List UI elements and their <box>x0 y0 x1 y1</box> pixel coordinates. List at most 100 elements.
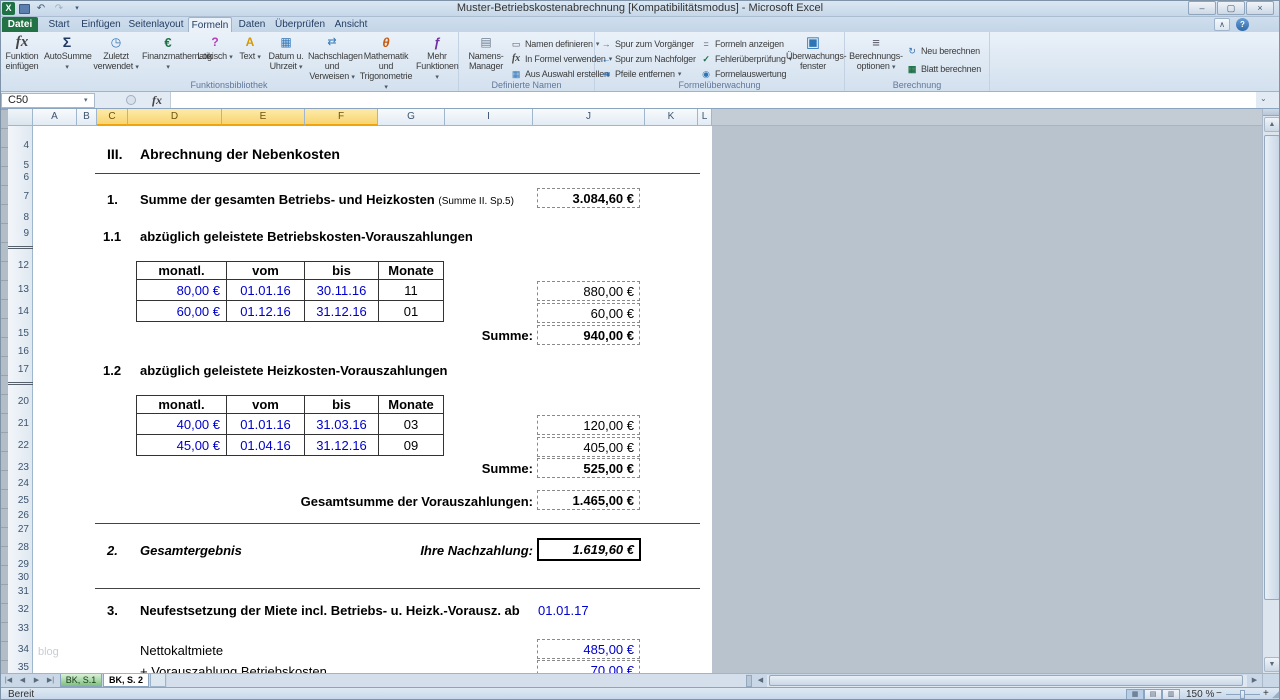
column-header-j[interactable]: J <box>533 109 645 126</box>
column-header-g[interactable]: G <box>378 109 445 126</box>
insert-function-fx-button[interactable]: fx <box>146 93 168 108</box>
cell-value[interactable]: 120,00 € <box>537 415 640 435</box>
math-trig-button[interactable]: θ Mathematik und Trigonometrie ▾ <box>358 34 414 80</box>
sheet-tab-bk-s1[interactable]: BK, S.1 <box>60 674 102 687</box>
lookup-reference-button[interactable]: ⇄ Nachschlagen und Verweisen ▾ <box>308 34 356 80</box>
name-manager-button[interactable]: ▤ Namens-Manager <box>463 34 509 80</box>
remove-arrows-button[interactable]: ⇥ Pfeile entfernen ▾ <box>600 67 681 81</box>
define-name-button[interactable]: ▭ Namen definieren ▾ <box>510 37 599 51</box>
maximize-button[interactable]: ▢ <box>1217 1 1245 15</box>
zoom-slider-thumb[interactable] <box>1240 690 1245 699</box>
more-functions-button[interactable]: ƒ Mehr Funktionen ▾ <box>416 34 458 80</box>
table-cell[interactable]: 30.11.16 <box>305 280 379 301</box>
tab-daten[interactable]: Daten <box>234 17 270 32</box>
row-header[interactable]: 15 <box>8 327 29 341</box>
tab-ansicht[interactable]: Ansicht <box>330 17 372 32</box>
column-header-a[interactable]: A <box>33 109 77 126</box>
tab-ueberpruefen[interactable]: Überprüfen <box>272 17 328 32</box>
autosum-button[interactable]: Σ AutoSumme ▾ <box>44 34 90 80</box>
split-handle[interactable] <box>1263 109 1280 116</box>
row-header[interactable]: 8 <box>8 211 29 225</box>
text-functions-button[interactable]: A Text ▾ <box>236 34 264 80</box>
error-checking-button[interactable]: ✓ Fehlerüberprüfung ▾ <box>700 52 792 66</box>
scroll-down-icon[interactable]: ▼ <box>1264 657 1280 672</box>
row-header[interactable]: 26 <box>8 509 29 523</box>
row-header[interactable]: 29 <box>8 558 29 572</box>
table-header-cell[interactable]: bis <box>305 262 379 280</box>
date-time-button[interactable]: ▦ Datum u. Uhrzeit ▾ <box>266 34 306 80</box>
hscroll-left-icon[interactable]: ◀ <box>754 675 767 687</box>
table-cell[interactable]: 40,00 € <box>137 414 227 435</box>
name-box-caret-icon[interactable]: ▾ <box>84 96 88 104</box>
column-header-f[interactable]: F <box>305 109 378 126</box>
worksheet[interactable]: 4 5 6 7 8 9 12 13 14 15 16 17 20 21 22 2… <box>8 126 1262 673</box>
insert-sheet-tab[interactable] <box>150 674 166 687</box>
table-cell[interactable]: 01.01.16 <box>227 414 305 435</box>
cell-sum-betriebskosten[interactable]: 940,00 € <box>537 325 640 345</box>
column-header-e[interactable]: E <box>222 109 305 126</box>
sheet-tab-bk-s2[interactable]: BK, S. 2 <box>103 674 149 687</box>
column-header-c[interactable]: C <box>97 109 128 126</box>
cell-total-costs[interactable]: 3.084,60 € <box>537 188 640 208</box>
calculate-sheet-button[interactable]: ▦ Blatt berechnen <box>906 62 981 76</box>
zoom-out-icon[interactable]: − <box>1216 688 1222 699</box>
tab-start[interactable]: Start <box>42 17 76 32</box>
row-header[interactable]: 27 <box>8 523 29 537</box>
row-header[interactable]: 25 <box>8 494 29 508</box>
cell-value[interactable]: 405,00 € <box>537 437 640 457</box>
column-header-b[interactable]: B <box>77 109 97 126</box>
formula-input[interactable] <box>170 92 1256 108</box>
page-layout-view-icon[interactable]: ▤ <box>1144 689 1162 700</box>
table-cell[interactable]: 31.12.16 <box>305 435 379 456</box>
row-header[interactable]: 22 <box>8 439 29 453</box>
tab-splitter[interactable] <box>746 675 752 687</box>
cell-nettokaltmiete[interactable]: 485,00 € <box>537 639 640 659</box>
minimize-button[interactable]: – <box>1188 1 1216 15</box>
table-cell[interactable]: 60,00 € <box>137 301 227 322</box>
table-cell[interactable]: 01.04.16 <box>227 435 305 456</box>
trace-precedents-button[interactable]: → Spur zum Vorgänger <box>600 37 694 51</box>
calculate-now-button[interactable]: ↻ Neu berechnen <box>906 44 980 58</box>
table-header-cell[interactable]: Monate <box>379 396 444 414</box>
close-button[interactable]: × <box>1246 1 1274 15</box>
logical-button[interactable]: ? Logisch ▾ <box>196 34 234 80</box>
show-formulas-button[interactable]: = Formeln anzeigen <box>700 37 784 51</box>
column-header-i[interactable]: I <box>445 109 533 126</box>
last-sheet-button[interactable]: ▶| <box>44 675 57 687</box>
help-icon[interactable]: ? <box>1236 18 1249 31</box>
row-header[interactable]: 9 <box>8 227 29 241</box>
financial-button[interactable]: € Finanzmathematik ▾ <box>142 34 194 80</box>
formula-cancel-button[interactable] <box>126 95 136 105</box>
column-header-d[interactable]: D <box>128 109 222 126</box>
trace-dependents-button[interactable]: ← Spur zum Nachfolger <box>600 52 696 66</box>
row-header[interactable]: 12 <box>8 259 29 273</box>
use-in-formula-button[interactable]: fx In Formel verwenden ▾ <box>510 52 612 66</box>
tab-formeln[interactable]: Formeln <box>188 17 232 32</box>
resize-grip-icon[interactable]: ◢ <box>1272 689 1279 700</box>
table-header-cell[interactable]: bis <box>305 396 379 414</box>
row-header[interactable]: 7 <box>8 190 29 204</box>
create-from-selection-button[interactable]: ▦ Aus Auswahl erstellen <box>510 67 609 81</box>
row-header[interactable]: 21 <box>8 417 29 431</box>
table-header-cell[interactable]: Monate <box>379 262 444 280</box>
row-header[interactable]: 16 <box>8 345 29 359</box>
hscroll-right-icon[interactable]: ▶ <box>1248 675 1261 687</box>
row-header[interactable]: 30 <box>8 571 29 585</box>
select-all-corner[interactable] <box>8 109 33 126</box>
evaluate-formula-button[interactable]: ◉ Formelauswertung <box>700 67 786 81</box>
watch-window-button[interactable]: ▣ Überwachungs- fenster <box>786 34 840 80</box>
zoom-level[interactable]: 150 % <box>1186 689 1214 700</box>
name-box[interactable]: C50 <box>1 93 95 108</box>
zoom-in-icon[interactable]: + <box>1263 688 1269 699</box>
row-header[interactable]: 4 <box>8 139 29 153</box>
scroll-up-icon[interactable]: ▲ <box>1264 117 1280 132</box>
table-cell[interactable]: 45,00 € <box>137 435 227 456</box>
tab-seitenlayout[interactable]: Seitenlayout <box>126 17 186 32</box>
tab-datei[interactable]: Datei <box>2 17 38 32</box>
vertical-scrollbar[interactable]: ▲ ▼ <box>1262 109 1280 673</box>
cell-nachzahlung[interactable]: 1.619,60 € <box>537 538 641 561</box>
cell-value[interactable]: 880,00 € <box>537 281 640 301</box>
table-header-cell[interactable]: monatl. <box>137 262 227 280</box>
cell-vorauszahlung-bk[interactable]: 70,00 € <box>537 660 640 673</box>
cell-value[interactable]: 60,00 € <box>537 303 640 323</box>
